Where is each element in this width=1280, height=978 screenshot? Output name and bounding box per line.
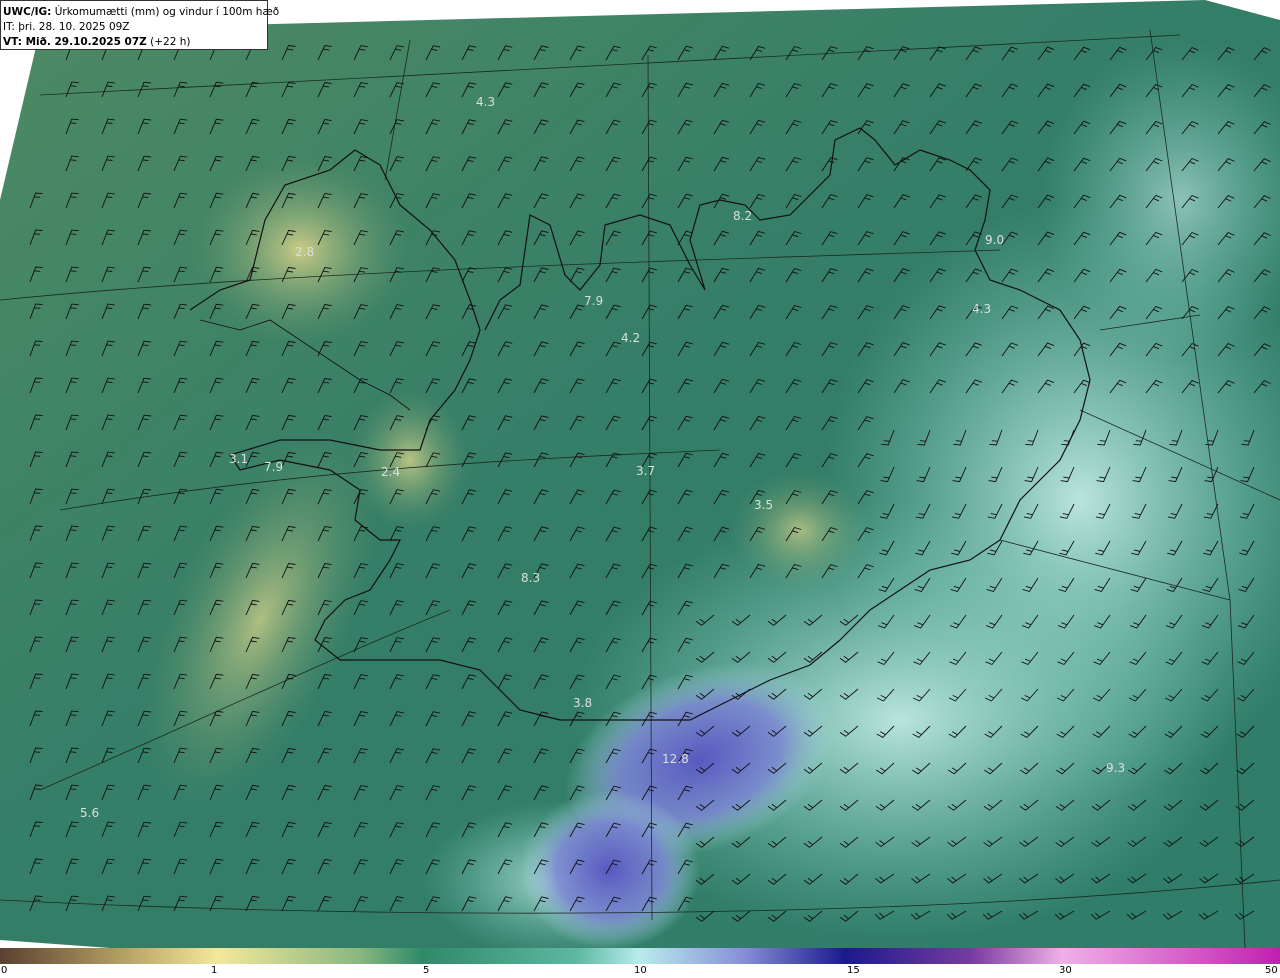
value-label: 8.2 [733,209,753,223]
header-initial-time: IT: þri. 28. 10. 2025 09Z [3,21,130,33]
colorbar-tick: 50 [1265,965,1278,976]
colorbar-tick: 1 [211,965,218,976]
map-header: UWC/IG: Úrkomumætti (mm) og vindur í 100… [0,0,279,50]
value-label: 3.8 [573,696,593,710]
value-label: 12.8 [662,752,689,766]
value-label: 4.3 [476,95,496,109]
value-label: 4.3 [972,302,992,316]
value-label: 2.8 [295,245,315,259]
colorbar-gradient [0,948,1280,964]
colorbar: 0 1 5 10 15 30 50 [0,948,1280,978]
value-label: 8.3 [521,571,541,585]
header-valid-time: VT: Mið. 29.10.2025 07Z [3,36,147,48]
colorbar-tick: 15 [847,965,860,976]
value-label: 3.5 [754,498,774,512]
value-label: 4.2 [621,331,641,345]
colorbar-tick: 30 [1059,965,1072,976]
header-lead-time: (+22 h) [150,36,191,48]
value-label: 3.7 [636,464,656,478]
header-model: UWC/IG: [3,6,52,18]
value-label: 7.9 [264,460,284,474]
header-title: Úrkomumætti (mm) og vindur í 100m hæð [54,6,280,18]
colorbar-tick: 5 [423,965,430,976]
value-label: 3.1 [229,452,249,466]
value-label: 5.6 [80,806,100,820]
colorbar-tick: 10 [634,965,647,976]
value-label: 9.3 [1106,761,1126,775]
value-label: 7.9 [584,294,604,308]
colorbar-tick: 0 [1,965,8,976]
value-label: 2.4 [381,465,401,479]
value-label: 9.0 [985,233,1005,247]
